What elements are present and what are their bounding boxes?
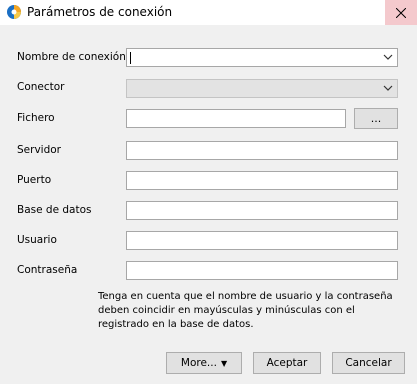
more-button-label: More...	[180, 357, 217, 369]
title-bar: Parámetros de conexión	[0, 0, 417, 25]
nombre-combobox[interactable]	[126, 48, 398, 67]
servidor-label: Servidor	[17, 144, 61, 156]
window-title: Parámetros de conexión	[27, 5, 173, 19]
nombre-label: Nombre de conexión	[17, 51, 126, 63]
conector-combobox[interactable]	[126, 79, 398, 98]
contrasena-input[interactable]	[126, 261, 398, 280]
accept-button[interactable]: Aceptar	[253, 352, 321, 374]
servidor-input[interactable]	[126, 141, 398, 160]
close-icon	[396, 7, 406, 18]
dropdown-arrow-icon: ▼	[220, 358, 228, 368]
case-sensitivity-note: Tenga en cuenta que el nombre de usuario…	[98, 291, 393, 330]
puerto-input[interactable]	[126, 171, 398, 190]
browse-button[interactable]: ...	[354, 108, 398, 129]
close-button[interactable]	[385, 0, 417, 25]
base-datos-label: Base de datos	[17, 204, 92, 216]
chevron-down-icon[interactable]	[383, 53, 393, 61]
more-button[interactable]: More... ▼	[166, 352, 242, 374]
app-logo-icon	[7, 5, 21, 19]
contrasena-label: Contraseña	[17, 264, 78, 276]
usuario-label: Usuario	[17, 234, 57, 246]
cancel-button[interactable]: Cancelar	[332, 352, 405, 374]
puerto-label: Puerto	[17, 174, 52, 186]
chevron-down-icon[interactable]	[383, 84, 393, 92]
base-datos-input[interactable]	[126, 201, 398, 220]
fichero-label: Fichero	[17, 112, 55, 124]
fichero-input[interactable]	[126, 109, 346, 128]
usuario-input[interactable]	[126, 231, 398, 250]
conector-label: Conector	[17, 81, 65, 93]
text-caret	[130, 52, 131, 64]
